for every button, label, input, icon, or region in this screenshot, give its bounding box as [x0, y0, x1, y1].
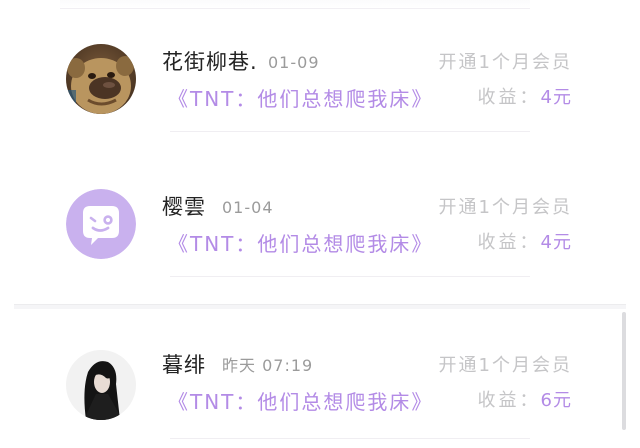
username: 暮绯 [162, 353, 206, 377]
list-item[interactable]: 樱雲 01-04 《TNT：他们总想爬我床》 开通1个月会员 收益：4元 [0, 175, 640, 275]
earnings-label: 收益：6元 [478, 389, 572, 413]
username: 樱雲 [162, 195, 206, 219]
row-divider [170, 131, 530, 132]
row-divider [170, 276, 530, 277]
book-title-link[interactable]: 《TNT：他们总想爬我床》 [168, 389, 433, 415]
row-divider [170, 438, 530, 439]
list-item[interactable]: 花街柳巷. 01-09 《TNT：他们总想爬我床》 开通1个月会员 收益：4元 [0, 30, 640, 130]
date-label: 昨天 07:19 [222, 356, 314, 375]
earnings-amount: 6元 [540, 390, 572, 411]
top-divider [60, 0, 530, 9]
date-label: 01-04 [222, 198, 274, 217]
earnings-amount: 4元 [540, 232, 572, 253]
earnings-label-text: 收益： [477, 390, 541, 411]
earnings-label: 收益：4元 [478, 231, 572, 255]
section-divider [14, 304, 626, 309]
list-item[interactable]: 暮绯 昨天 07:19 《TNT：他们总想爬我床》 开通1个月会员 收益：6元 [0, 333, 640, 433]
membership-label: 开通1个月会员 [438, 355, 572, 376]
book-title-link[interactable]: 《TNT：他们总想爬我床》 [168, 231, 433, 257]
earnings-label-text: 收益： [477, 87, 541, 108]
bear-avatar-icon[interactable] [66, 44, 136, 114]
username: 花街柳巷. [162, 50, 258, 74]
book-title-link[interactable]: 《TNT：他们总想爬我床》 [168, 86, 433, 112]
membership-label: 开通1个月会员 [438, 52, 572, 73]
membership-label: 开通1个月会员 [438, 197, 572, 218]
girl-avatar-icon[interactable] [66, 350, 136, 420]
earnings-label: 收益：4元 [478, 86, 572, 110]
scrollbar[interactable] [622, 312, 626, 430]
date-label: 01-09 [268, 53, 320, 72]
default-chat-avatar-icon[interactable] [66, 189, 136, 259]
earnings-amount: 4元 [540, 87, 572, 108]
earnings-label-text: 收益： [477, 232, 541, 253]
